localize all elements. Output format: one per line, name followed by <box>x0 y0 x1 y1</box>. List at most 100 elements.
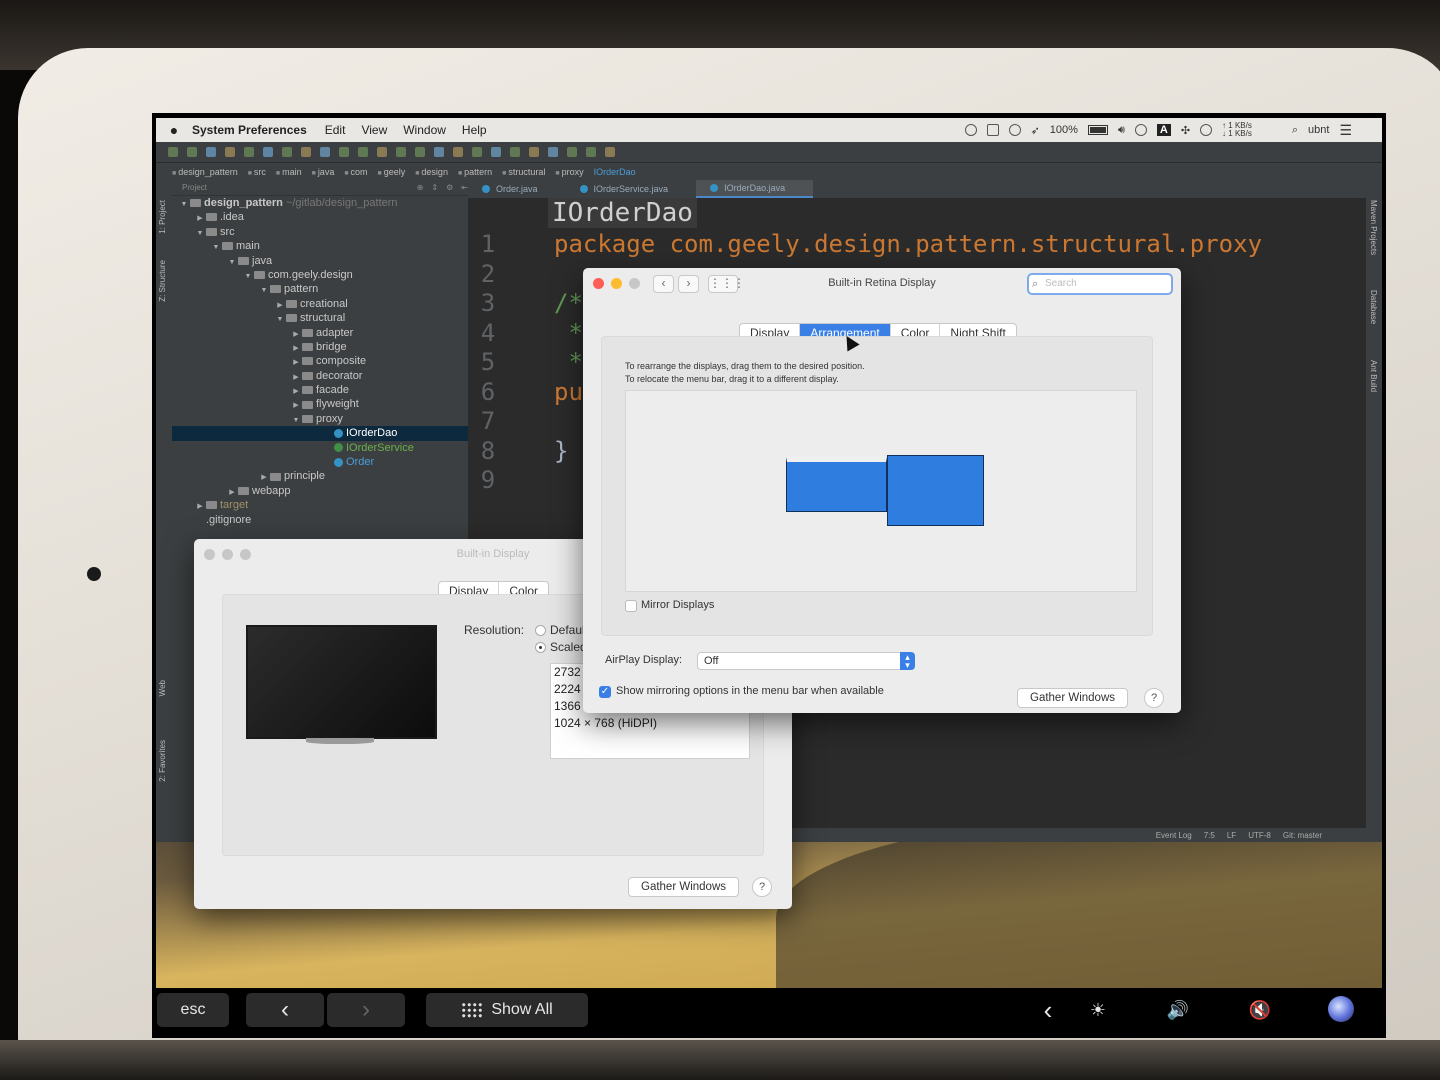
help-button[interactable]: ? <box>1144 688 1164 708</box>
breadcrumb-item[interactable]: pattern <box>458 167 492 177</box>
expand-down-icon[interactable]: ▼ <box>210 241 222 255</box>
forward-icon[interactable] <box>244 147 254 157</box>
coverage-icon[interactable] <box>434 147 444 157</box>
debug-icon[interactable] <box>415 147 425 157</box>
tree-item[interactable]: ▶ composite <box>172 354 468 368</box>
event-log-link[interactable]: Event Log <box>1156 831 1192 840</box>
tree-item[interactable]: ▶ principle <box>172 469 468 483</box>
tool-ant-tab[interactable]: Ant Build <box>1369 360 1378 392</box>
breadcrumb-item[interactable]: design_pattern <box>172 167 238 177</box>
breadcrumb-item[interactable]: src <box>248 167 266 177</box>
hide-panel-icon[interactable]: ⇤ <box>461 183 468 192</box>
rocket-icon[interactable]: ➶ <box>1031 124 1040 137</box>
network-speed[interactable]: ↑ 1 KB/s ↓ 1 KB/s <box>1222 122 1252 138</box>
tree-item[interactable]: ▶ .idea <box>172 210 468 224</box>
breadcrumb-item[interactable]: structural <box>502 167 545 177</box>
code-line-brace[interactable]: } <box>554 437 568 465</box>
breadcrumb-item[interactable]: com <box>344 167 368 177</box>
volume-icon[interactable]: 🔊 <box>1158 993 1198 1027</box>
breadcrumb-item[interactable]: proxy <box>555 167 584 177</box>
eye-icon[interactable] <box>1008 124 1021 136</box>
tree-item[interactable]: Order <box>172 455 468 469</box>
panel-title[interactable]: Project <box>182 183 207 192</box>
escape-key[interactable]: esc <box>157 993 229 1027</box>
tree-item[interactable]: ▼ src <box>172 225 468 239</box>
expand-down-icon[interactable]: ▼ <box>274 313 286 327</box>
breadcrumb-item[interactable]: java <box>312 167 335 177</box>
breadcrumb-current[interactable]: IOrderDao <box>594 167 636 177</box>
mirror-displays-label[interactable]: Mirror Displays <box>641 599 714 611</box>
tree-item[interactable]: ▶ bridge <box>172 340 468 354</box>
show-mirroring-label[interactable]: Show mirroring options in the menu bar w… <box>616 685 884 697</box>
back-icon[interactable] <box>225 147 235 157</box>
locate-icon[interactable]: ⊕ <box>417 183 424 192</box>
tool-project-tab[interactable]: 1: Project <box>158 200 167 234</box>
tool-favorites-tab[interactable]: 2: Favorites <box>158 740 167 782</box>
collapse-icon[interactable]: ⇕ <box>431 183 438 192</box>
cut-icon[interactable] <box>263 147 273 157</box>
tab-iorderdao-java[interactable]: IOrderDao.java <box>696 180 814 198</box>
tree-item[interactable]: ▼ com.geely.design <box>172 268 468 282</box>
gather-windows-button[interactable]: Gather Windows <box>1017 688 1129 708</box>
tree-item[interactable]: ▶ target <box>172 498 468 512</box>
vcs-update-icon[interactable] <box>472 147 482 157</box>
search-input[interactable]: Search <box>1027 273 1173 295</box>
tree-item[interactable]: ▶ adapter <box>172 326 468 340</box>
save-icon[interactable] <box>187 147 197 157</box>
menu-view[interactable]: View <box>361 123 387 137</box>
siri-icon[interactable] <box>1328 996 1354 1022</box>
app-menu[interactable]: System Preferences <box>192 123 307 137</box>
clock-icon[interactable] <box>1200 124 1213 136</box>
expand-down-icon[interactable]: ▼ <box>258 284 270 298</box>
display-thumbnail-main[interactable] <box>786 457 887 512</box>
tree-item[interactable]: .gitignore <box>172 513 468 527</box>
touchbar-back-button[interactable]: ‹ <box>246 993 324 1027</box>
tree-item[interactable]: IOrderDao <box>172 426 468 441</box>
plugin-icon[interactable] <box>605 147 615 157</box>
code-line-public[interactable]: pu <box>554 378 583 406</box>
paste-icon[interactable] <box>301 147 311 157</box>
expand-down-icon[interactable]: ▼ <box>290 414 302 428</box>
status-caret-position[interactable]: 7:5 <box>1204 831 1215 840</box>
open-icon[interactable] <box>168 147 178 157</box>
tool-web-tab[interactable]: Web <box>158 680 167 696</box>
menu-window[interactable]: Window <box>403 123 446 137</box>
code-line-package[interactable]: package com.geely.design.pattern.structu… <box>554 230 1262 258</box>
spotlight-search-icon[interactable]: ⌕ <box>1292 124 1298 137</box>
run-icon[interactable] <box>396 147 406 157</box>
expand-down-icon[interactable]: ▼ <box>178 198 190 212</box>
touchbar-show-all-button[interactable]: Show All <box>426 993 588 1027</box>
gather-windows-button[interactable]: Gather Windows <box>628 877 740 897</box>
airplay-display-select[interactable]: Off ▴ ▾ <box>697 652 915 670</box>
tree-item[interactable]: ▼ java <box>172 254 468 268</box>
run-config-icon[interactable] <box>377 147 387 157</box>
user-name[interactable]: ubnt <box>1308 124 1329 136</box>
display-thumbnail-secondary[interactable] <box>887 455 984 526</box>
tree-item[interactable]: ▶ flyweight <box>172 397 468 411</box>
tab-iorderservice-java[interactable]: IOrderService.java <box>566 180 697 198</box>
panel-gear-icon[interactable]: ⚙ <box>446 183 453 192</box>
battery-percent[interactable]: 100% <box>1050 124 1078 136</box>
menu-edit[interactable]: Edit <box>325 123 346 137</box>
settings-icon[interactable] <box>548 147 558 157</box>
breadcrumb-item[interactable]: geely <box>378 167 406 177</box>
tree-item[interactable]: IOrderService <box>172 441 468 455</box>
show-mirroring-checkbox[interactable]: ✓ <box>599 686 611 698</box>
tree-item[interactable]: ▼ pattern <box>172 282 468 296</box>
tree-item[interactable]: ▶ creational <box>172 297 468 311</box>
expand-down-icon[interactable]: ▼ <box>226 256 238 270</box>
breadcrumb-item[interactable]: design <box>415 167 448 177</box>
build-icon[interactable] <box>358 147 368 157</box>
control-strip-collapse-icon[interactable]: ‹ <box>1028 993 1068 1027</box>
tree-item[interactable]: ▶ decorator <box>172 369 468 383</box>
time-machine-icon[interactable] <box>1134 124 1147 136</box>
find-icon[interactable] <box>320 147 330 157</box>
replace-icon[interactable] <box>339 147 349 157</box>
sync-icon[interactable] <box>206 147 216 157</box>
resolution-option[interactable]: 1024 × 768 (HiDPI) <box>551 715 749 732</box>
help-icon[interactable] <box>586 147 596 157</box>
revert-icon[interactable] <box>529 147 539 157</box>
tree-item[interactable]: ▼ design_pattern ~/gitlab/design_pattern <box>172 196 468 210</box>
tab-order-java[interactable]: Order.java <box>468 180 566 198</box>
mute-icon[interactable]: 🔇 <box>1240 993 1280 1027</box>
